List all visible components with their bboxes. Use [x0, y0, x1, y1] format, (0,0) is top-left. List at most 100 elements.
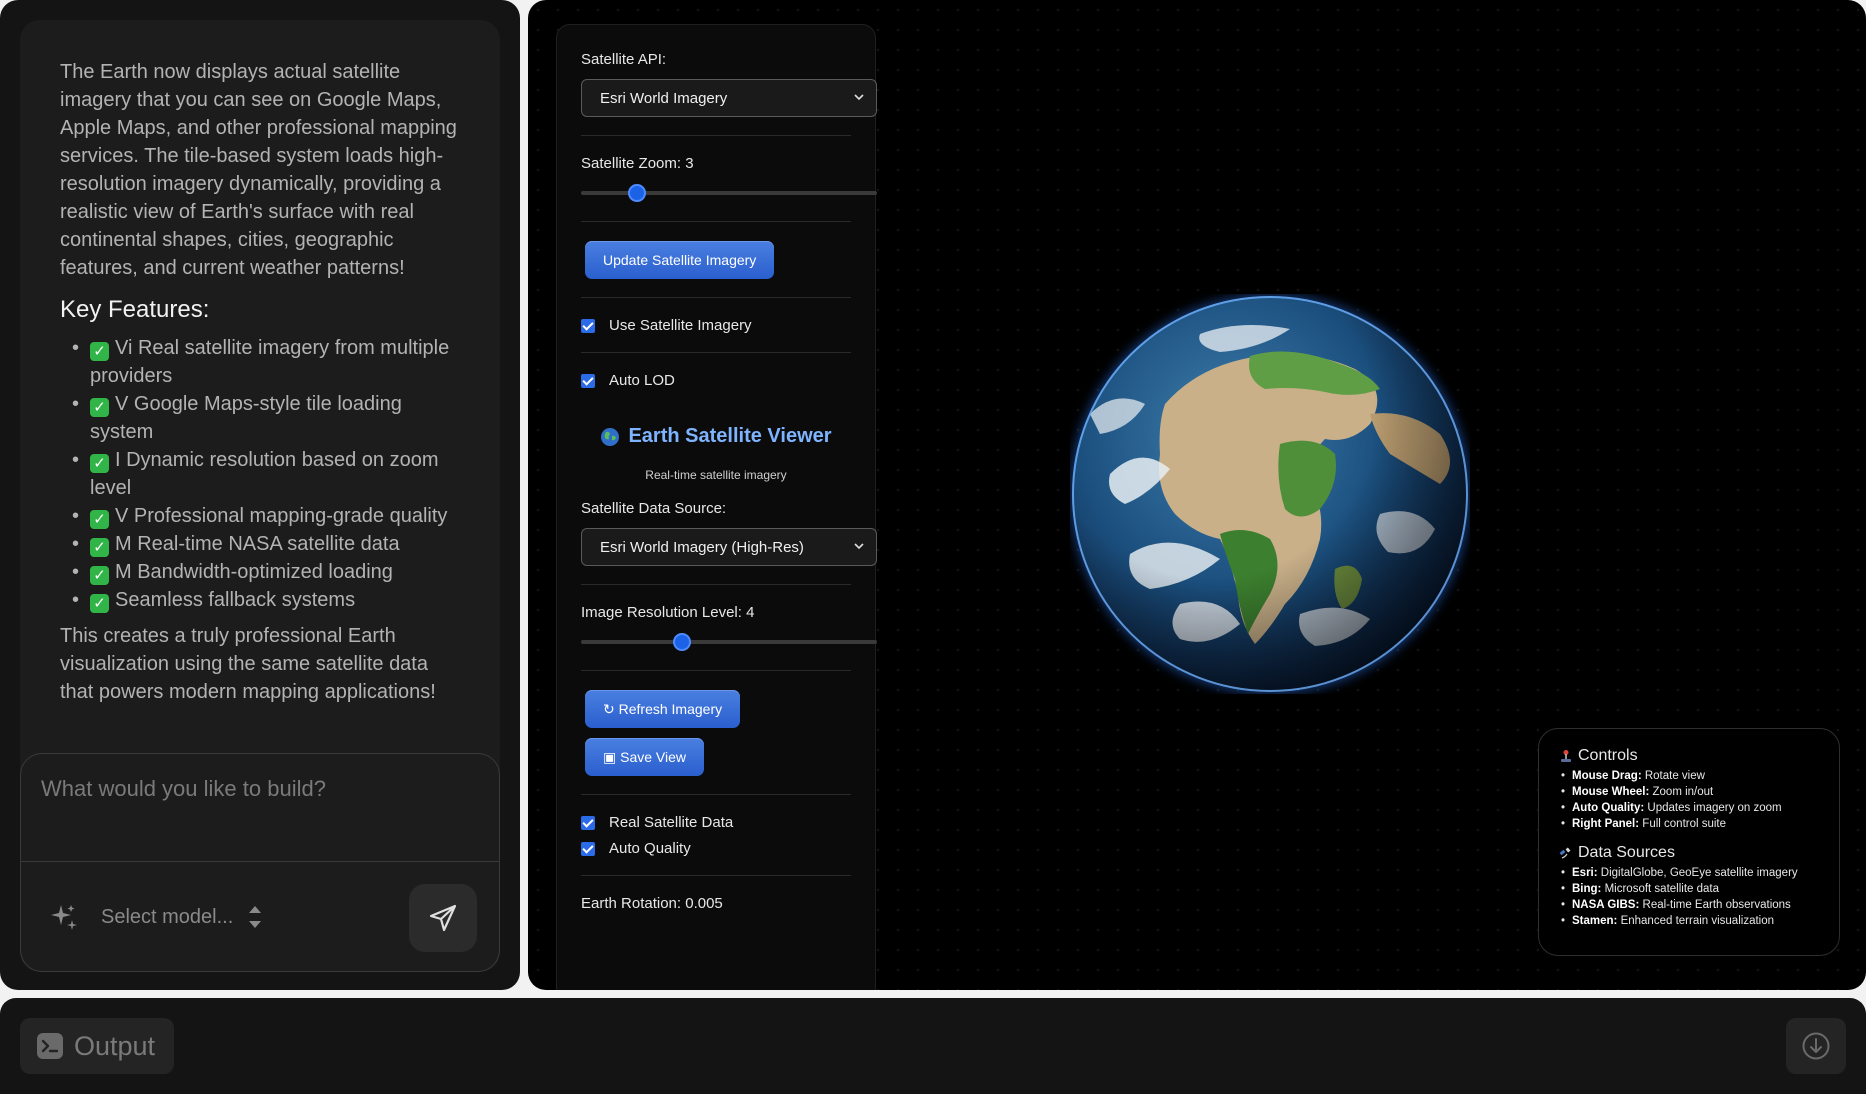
download-icon — [1802, 1032, 1830, 1060]
auto-quality-label: Auto Quality — [609, 840, 691, 857]
list-item: ✓ V Professional mapping-grade quality — [72, 502, 460, 530]
satellite-icon — [1559, 847, 1571, 859]
refresh-imagery-button[interactable]: ↻ Refresh Imagery — [585, 690, 741, 728]
resolution-label: Image Resolution Level: 4 — [581, 604, 755, 621]
item-key: NASA GIBS: — [1572, 899, 1640, 911]
feature-text: Vi Real satellite imagery from multiple … — [90, 337, 450, 387]
bottom-bar: Output — [0, 998, 1866, 1094]
satellite-api-value: Esri World Imagery — [600, 89, 728, 107]
divider — [581, 875, 851, 876]
download-button[interactable] — [1786, 1018, 1846, 1074]
list-item: ✓Vi Real satellite imagery from multiple… — [72, 334, 460, 390]
list-item: ✓ M Real-time NASA satellite data — [72, 530, 460, 558]
send-button[interactable] — [409, 884, 477, 952]
terminal-icon — [37, 1033, 63, 1059]
chevron-down-icon — [854, 94, 864, 101]
controls-heading-text: Controls — [1578, 747, 1638, 764]
item-key: Stamen: — [1572, 915, 1618, 927]
divider — [581, 352, 851, 353]
item-text: Zoom in/out — [1652, 786, 1714, 798]
item-text: Microsoft satellite data — [1604, 883, 1720, 895]
rotation-label: Earth Rotation: 0.005 — [581, 895, 723, 912]
item-text: Rotate view — [1644, 770, 1705, 782]
chevron-down-icon — [854, 543, 864, 550]
feature-text: I Dynamic resolution based on zoom level — [90, 449, 439, 499]
save-view-button[interactable]: ▣ Save View — [585, 738, 705, 776]
slider-track — [581, 640, 877, 644]
item-text: DigitalGlobe, GeoEye satellite imagery — [1600, 867, 1798, 879]
auto-lod-checkbox[interactable]: Auto LOD — [581, 372, 851, 389]
send-icon — [429, 904, 457, 932]
info-box: Controls Mouse Drag: Rotate view Mouse W… — [1538, 728, 1840, 956]
list-item: Mouse Drag: Rotate view — [1561, 768, 1819, 784]
checkbox-checked[interactable] — [581, 841, 595, 856]
divider — [581, 135, 851, 136]
output-tab-label: Output — [74, 1030, 156, 1061]
item-key: Right Panel: — [1572, 818, 1640, 830]
list-item: ✓I Dynamic resolution based on zoom leve… — [72, 446, 460, 502]
resolution-slider[interactable] — [581, 632, 877, 652]
checkbox-checked[interactable] — [581, 815, 595, 830]
data-source-select[interactable]: Esri World Imagery (High-Res) — [581, 528, 877, 566]
check-icon: ✓ — [90, 342, 109, 361]
slider-thumb[interactable] — [672, 633, 691, 651]
refresh-icon: ↻ — [603, 701, 619, 717]
chat-card: The Earth now displays actual satellite … — [20, 20, 500, 972]
item-text: Real-time Earth observations — [1642, 899, 1791, 911]
output-tab[interactable]: Output — [20, 1018, 174, 1074]
checkbox-checked[interactable] — [581, 373, 595, 388]
check-icon: ✓ — [90, 454, 109, 473]
list-item: ✓ M Bandwidth-optimized loading — [72, 558, 460, 586]
sources-heading: Data Sources — [1559, 844, 1819, 862]
sparkle-icon[interactable] — [49, 902, 79, 932]
feature-text: M Bandwidth-optimized loading — [115, 561, 393, 583]
viewer-title: Earth Satellite Viewer — [581, 425, 851, 448]
item-key: Bing: — [1572, 883, 1602, 895]
item-key: Esri: — [1572, 867, 1598, 879]
features-heading: Key Features: — [60, 296, 210, 323]
model-select[interactable]: Select model... — [101, 898, 263, 936]
slider-thumb[interactable] — [628, 184, 647, 202]
divider — [581, 221, 851, 222]
feature-text: V Professional mapping-grade quality — [115, 505, 448, 527]
data-source-label: Satellite Data Source: — [581, 500, 727, 517]
chat-intro-text: The Earth now displays actual satellite … — [60, 61, 457, 279]
checkbox-checked[interactable] — [581, 318, 595, 333]
item-key: Auto Quality: — [1572, 802, 1645, 814]
use-satellite-checkbox[interactable]: Use Satellite Imagery — [581, 317, 851, 334]
list-item: Esri: DigitalGlobe, GeoEye satellite ima… — [1561, 865, 1819, 881]
list-item: Bing: Microsoft satellite data — [1561, 881, 1819, 897]
globe-icon — [601, 427, 620, 446]
satellite-api-select[interactable]: Esri World Imagery — [581, 79, 877, 117]
list-item: NASA GIBS: Real-time Earth observations — [1561, 897, 1819, 913]
joystick-icon — [1561, 750, 1571, 762]
earth-globe[interactable] — [1070, 294, 1470, 694]
satellite-api-label: Satellite API: — [581, 51, 667, 68]
chat-messages[interactable]: The Earth now displays actual satellite … — [20, 20, 500, 755]
update-imagery-button[interactable]: Update Satellite Imagery — [585, 241, 775, 279]
satellite-zoom-slider[interactable] — [581, 183, 877, 203]
camera-icon: ▣ — [603, 749, 621, 765]
prompt-input[interactable]: What would you like to build? — [21, 754, 499, 862]
list-item: ✓ Seamless fallback systems — [72, 586, 460, 614]
real-data-checkbox[interactable]: Real Satellite Data — [581, 814, 851, 831]
slider-track — [581, 191, 877, 195]
viewer-title-text: Earth Satellite Viewer — [628, 425, 832, 447]
control-panel[interactable]: Satellite API: Esri World Imagery Satell… — [556, 24, 877, 990]
item-key: Mouse Drag: — [1572, 770, 1642, 782]
controls-heading: Controls — [1559, 747, 1819, 765]
item-text: Updates imagery on zoom — [1647, 802, 1782, 814]
check-icon: ✓ — [90, 594, 109, 613]
use-satellite-label: Use Satellite Imagery — [609, 317, 752, 334]
list-item: ✓V Google Maps-style tile loading system — [72, 390, 460, 446]
divider — [581, 297, 851, 298]
chat-panel: The Earth now displays actual satellite … — [0, 0, 520, 990]
item-key: Mouse Wheel: — [1572, 786, 1650, 798]
auto-lod-label: Auto LOD — [609, 372, 675, 389]
feature-text: Seamless fallback systems — [115, 589, 356, 611]
divider — [581, 670, 851, 671]
sources-list: Esri: DigitalGlobe, GeoEye satellite ima… — [1559, 865, 1819, 929]
refresh-button-label: Refresh Imagery — [618, 701, 723, 717]
divider — [581, 794, 851, 795]
auto-quality-checkbox[interactable]: Auto Quality — [581, 840, 851, 857]
